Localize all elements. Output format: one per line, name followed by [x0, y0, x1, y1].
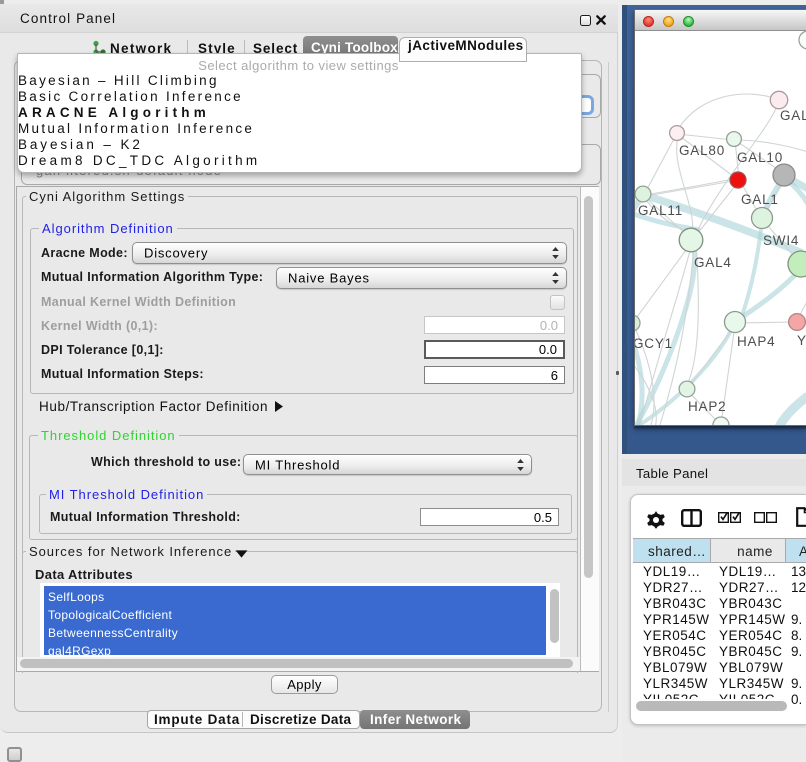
svg-text:GAL4: GAL4: [694, 255, 732, 270]
svg-text:SWI4: SWI4: [763, 233, 799, 248]
svg-text:GAL80: GAL80: [679, 143, 725, 158]
svg-text:GCY1: GCY1: [635, 336, 673, 351]
svg-text:HAP4: HAP4: [737, 334, 775, 349]
svg-text:GAL11: GAL11: [638, 203, 683, 218]
svg-text:GAL7: GAL7: [780, 108, 806, 123]
svg-text:Y: Y: [797, 333, 806, 348]
svg-text:GAL1: GAL1: [741, 192, 779, 207]
svg-text:GAL10: GAL10: [737, 150, 783, 165]
svg-text:HAP2: HAP2: [688, 399, 726, 414]
